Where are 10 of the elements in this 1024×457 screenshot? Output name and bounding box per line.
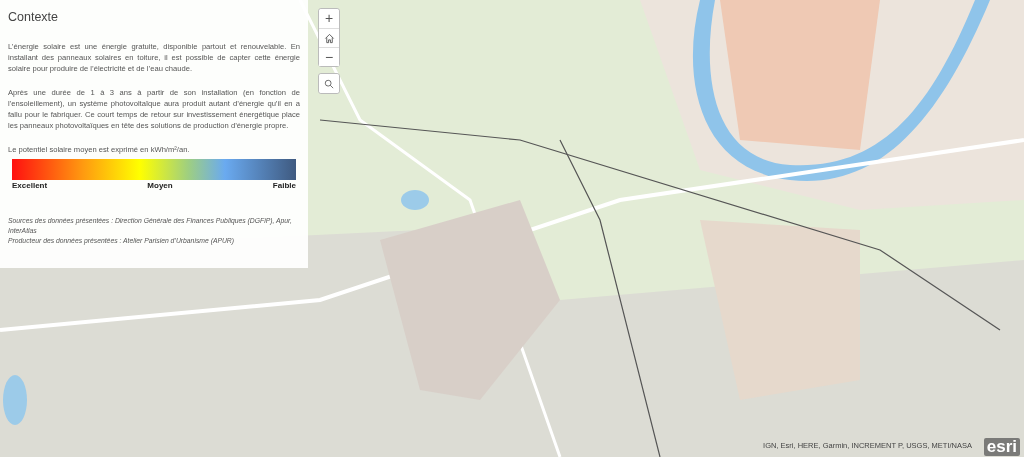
panel-title: Contexte — [8, 10, 60, 25]
home-button[interactable] — [319, 28, 339, 47]
search-button[interactable] — [319, 74, 339, 93]
legend-label: Excellent — [12, 180, 48, 193]
search-icon — [324, 78, 334, 89]
legend-label: Moyen — [147, 180, 173, 193]
logo: esri — [983, 438, 1020, 456]
legend-label: Faible — [272, 180, 296, 193]
home-icon — [323, 32, 335, 44]
zoom-out-button[interactable]: − — [319, 47, 339, 66]
